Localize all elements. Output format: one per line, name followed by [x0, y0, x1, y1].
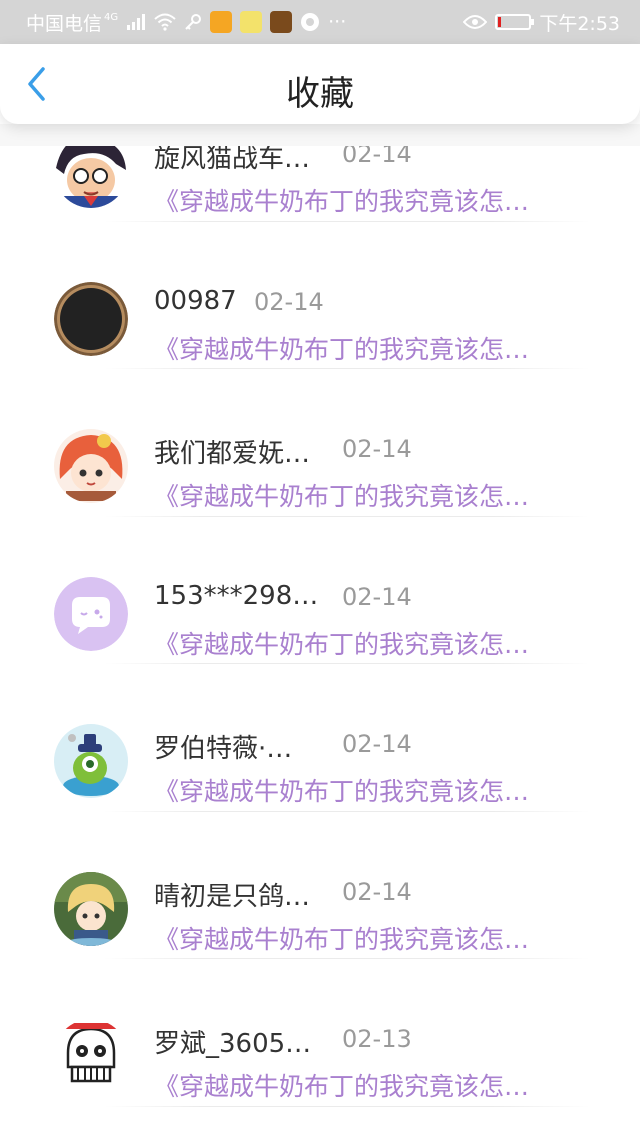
user-name: 晴初是只鸽… [154, 881, 311, 912]
app-notification-icon [240, 11, 263, 33]
battery-icon [495, 14, 535, 30]
story-title-snippet[interactable]: 《穿越成牛奶布丁的我究竟该怎… [154, 772, 529, 808]
status-bar-right: 下午2:53 [463, 9, 620, 36]
default-chat-bubble-avatar[interactable] [54, 576, 128, 651]
battery-level [498, 17, 501, 27]
favorite-item[interactable]: 罗伯特薇·… 02-14 《穿越成牛奶布丁的我究竟该怎… [0, 662, 640, 812]
signal-icon [127, 14, 146, 30]
story-title-snippet[interactable]: 《穿越成牛奶布丁的我究竟该怎… [154, 625, 529, 661]
favorite-date: 02-14 [342, 730, 412, 758]
favorite-item[interactable]: 晴初是只鸽… 02-14 《穿越成牛奶布丁的我究竟该怎… [0, 810, 640, 959]
favorite-date: 02-14 [342, 435, 412, 463]
user-name: 我们都爱妩… [154, 439, 311, 469]
eye-icon [463, 15, 488, 29]
key-icon [185, 14, 202, 30]
favorite-date: 02-14 [254, 287, 324, 316]
app-notification-icon [210, 11, 233, 33]
favorite-date: 02-14 [342, 582, 412, 611]
user-name: 153***298… [154, 580, 319, 611]
story-title-snippet[interactable]: 《穿越成牛奶布丁的我究竟该怎… [154, 182, 529, 218]
user-name: 00987 [154, 285, 237, 316]
green-monster-avatar[interactable] [54, 724, 128, 798]
page-title: 收藏 [286, 74, 354, 114]
divider [104, 1105, 590, 1107]
status-bar: 中国电信 4G ··· 下午2:53 [0, 0, 640, 44]
nav-bar: 收藏 [0, 44, 640, 124]
favorite-item[interactable]: 00987 02-14 《穿越成牛奶布丁的我究竟该怎… [0, 220, 640, 369]
favorite-date: 02-13 [342, 1025, 412, 1053]
favorite-date: 02-14 [342, 877, 412, 906]
clock: 下午2:53 [539, 12, 620, 35]
wifi-icon [154, 13, 176, 31]
blonde-anime-avatar[interactable] [54, 871, 128, 946]
user-name: 罗斌_3605… [154, 1029, 312, 1059]
nav-shadow-strip [0, 124, 640, 146]
red-hair-girl-avatar[interactable] [54, 429, 128, 503]
favorites-list: 旋风猫战车… 02-14 《穿越成牛奶布丁的我究竟该怎… 00987 02-14… [0, 72, 640, 1107]
story-title-snippet[interactable]: 《穿越成牛奶布丁的我究竟该怎… [154, 1067, 529, 1103]
network-type: 4G [104, 11, 119, 23]
status-bar-left: 中国电信 4G ··· [26, 9, 346, 36]
more-notifications-icon: ··· [328, 11, 347, 33]
story-title-snippet[interactable]: 《穿越成牛奶布丁的我究竟该怎… [154, 330, 529, 366]
favorite-item[interactable]: 罗斌_3605… 02-13 《穿越成牛奶布丁的我究竟该怎… [0, 957, 640, 1107]
favorite-item[interactable]: 我们都爱妩… 02-14 《穿越成牛奶布丁的我究竟该怎… [0, 367, 640, 517]
user-name: 罗伯特薇·… [154, 734, 293, 764]
black-circle-avatar[interactable] [54, 281, 128, 356]
skull-meme-avatar[interactable] [54, 1019, 128, 1093]
story-title-snippet[interactable]: 《穿越成牛奶布丁的我究竟该怎… [154, 477, 529, 513]
browser-icon [301, 13, 320, 31]
story-title-snippet[interactable]: 《穿越成牛奶布丁的我究竟该怎… [154, 920, 529, 956]
favorite-item[interactable]: 153***298… 02-14 《穿越成牛奶布丁的我究竟该怎… [0, 515, 640, 664]
carrier-label: 中国电信 [26, 12, 103, 35]
game-notification-icon [270, 11, 293, 33]
